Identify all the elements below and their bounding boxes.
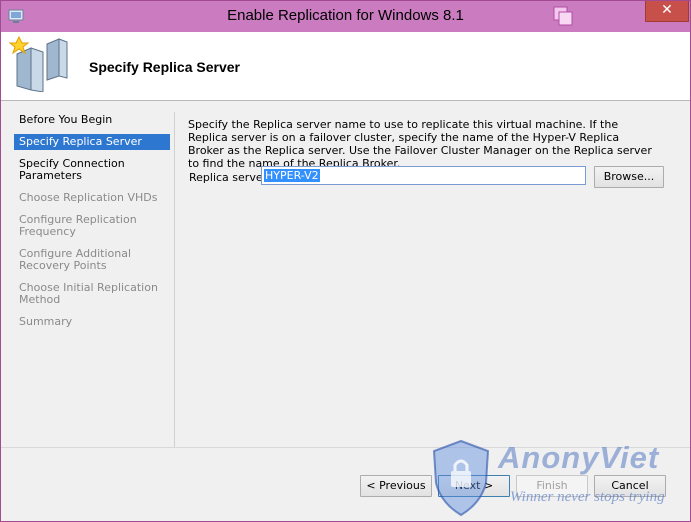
nav-step-specify-replica-server[interactable]: Specify Replica Server (14, 134, 170, 150)
watermark-brand: AnonyViet (498, 440, 660, 475)
nav-step-summary[interactable]: Summary (14, 314, 170, 330)
wizard-window: Enable Replication for Windows 8.1 ✕ Spe… (0, 0, 691, 522)
replica-server-icon (9, 36, 68, 92)
next-button[interactable]: Next > (438, 475, 510, 497)
cancel-button[interactable]: Cancel (594, 475, 666, 497)
taskbar-window-icon (553, 6, 573, 26)
replica-server-value[interactable]: HYPER-V2 (264, 169, 320, 182)
close-button[interactable]: ✕ (645, 1, 689, 22)
nav-step-specify-connection-parameters[interactable]: Specify Connection Parameters (14, 156, 170, 184)
instructions-text: Specify the Replica server name to use t… (188, 118, 652, 170)
page-title: Specify Replica Server (89, 59, 240, 75)
nav-step-choose-replication-vhds[interactable]: Choose Replication VHDs (14, 190, 170, 206)
replica-server-label: Replica server: (189, 171, 271, 184)
title-bar[interactable]: Enable Replication for Windows 8.1 ✕ (1, 1, 690, 32)
nav-step-choose-initial-replication-method[interactable]: Choose Initial Replication Method (14, 280, 170, 308)
browse-button[interactable]: Browse... (594, 166, 664, 188)
wizard-steps-nav: Before You Begin Specify Replica Server … (14, 112, 175, 447)
nav-step-configure-replication-frequency[interactable]: Configure Replication Frequency (14, 212, 170, 240)
previous-button[interactable]: < Previous (360, 475, 432, 497)
window-title: Enable Replication for Windows 8.1 (227, 7, 464, 24)
nav-step-before-you-begin[interactable]: Before You Begin (14, 112, 170, 128)
replica-server-input[interactable]: HYPER-V2 (261, 166, 586, 185)
footer-divider (1, 447, 690, 448)
finish-button[interactable]: Finish (516, 475, 588, 497)
nav-step-configure-additional-recovery-points[interactable]: Configure Additional Recovery Points (14, 246, 170, 274)
wizard-header: Specify Replica Server (1, 32, 690, 101)
